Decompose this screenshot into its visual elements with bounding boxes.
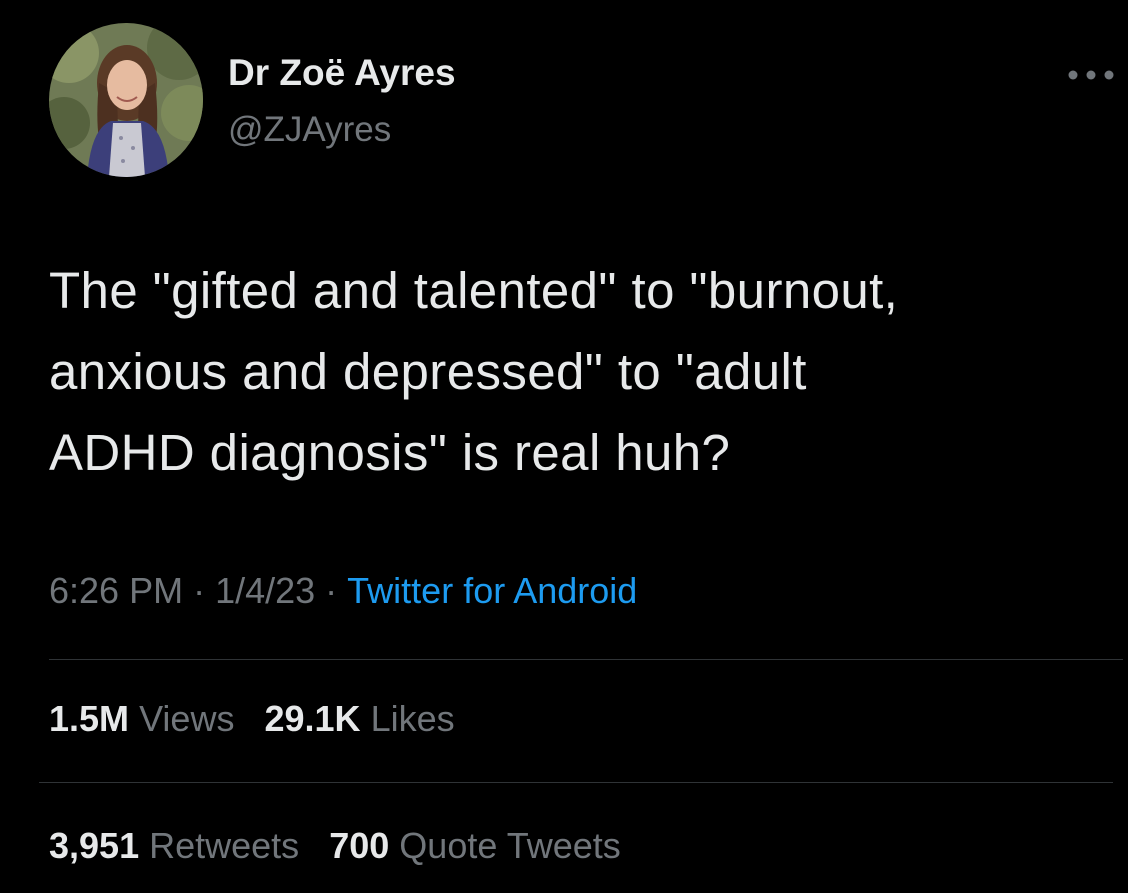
tweet-meta: 6:26 PM · 1/4/23 · Twitter for Android xyxy=(49,570,637,612)
retweets-stat[interactable]: 3,951 Retweets xyxy=(49,825,299,867)
views-count: 1.5M xyxy=(49,698,130,739)
quote-tweets-label: Quote Tweets xyxy=(399,825,621,866)
author-display-name[interactable]: Dr Zoë Ayres xyxy=(228,52,456,94)
avatar[interactable] xyxy=(49,23,203,177)
likes-stat[interactable]: 29.1K Likes xyxy=(264,698,454,740)
tweet-text-line: anxious and depressed" to "adult xyxy=(49,343,807,400)
retweets-label: Retweets xyxy=(149,825,300,866)
meta-separator: · xyxy=(193,570,206,611)
author-handle[interactable]: @ZJAyres xyxy=(228,110,391,150)
engagement-row-primary: 1.5M Views 29.1K Likes xyxy=(49,698,475,740)
tweet-time[interactable]: 6:26 PM xyxy=(49,570,183,611)
views-stat[interactable]: 1.5M Views xyxy=(49,698,234,740)
tweet-date[interactable]: 1/4/23 xyxy=(215,570,315,611)
divider xyxy=(49,659,1123,660)
tweet-text-line: ADHD diagnosis" is real huh? xyxy=(49,424,731,481)
tweet-card: Dr Zoë Ayres @ZJAyres The "gifted and ta… xyxy=(0,0,1128,893)
engagement-row-secondary: 3,951 Retweets 700 Quote Tweets xyxy=(49,825,641,867)
retweets-count: 3,951 xyxy=(49,825,140,866)
more-options-icon xyxy=(1068,70,1114,80)
meta-separator: · xyxy=(325,570,338,611)
likes-label: Likes xyxy=(370,698,455,739)
avatar-photo xyxy=(49,23,203,177)
likes-count: 29.1K xyxy=(264,698,361,739)
quote-tweets-stat[interactable]: 700 Quote Tweets xyxy=(329,825,621,867)
tweet-source-link[interactable]: Twitter for Android xyxy=(347,570,637,611)
quote-tweets-count: 700 xyxy=(329,825,390,866)
views-label: Views xyxy=(139,698,235,739)
tweet-text: The "gifted and talented" to "burnout, a… xyxy=(49,250,1119,493)
tweet-text-line: The "gifted and talented" to "burnout, xyxy=(49,262,899,319)
more-options-button[interactable] xyxy=(1063,55,1119,95)
divider xyxy=(39,782,1113,783)
